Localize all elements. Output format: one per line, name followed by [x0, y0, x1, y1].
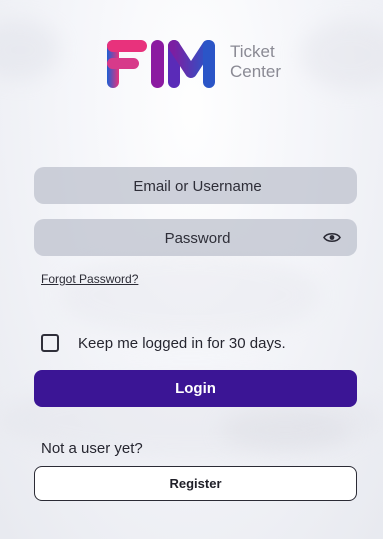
eye-icon[interactable] — [323, 231, 341, 244]
register-button[interactable]: Register — [34, 466, 357, 501]
keep-logged-in-checkbox[interactable] — [41, 334, 59, 352]
login-button[interactable]: Login — [34, 370, 357, 407]
background-stage — [60, 250, 320, 340]
background-light — [300, 20, 383, 90]
password-field[interactable] — [34, 219, 361, 258]
email-field[interactable] — [34, 167, 361, 206]
forgot-password-link[interactable]: Forgot Password? — [41, 272, 138, 286]
logo-text-line1: Ticket — [230, 42, 275, 61]
logo-text: Ticket Center — [230, 42, 281, 82]
background-seats — [220, 410, 350, 450]
background-light — [0, 20, 60, 80]
not-a-user-text: Not a user yet? — [41, 440, 143, 457]
login-screen: Ticket Center Forgot Password? Keep me l… — [0, 0, 383, 539]
logo-text-line2: Center — [230, 62, 282, 81]
password-input[interactable] — [34, 219, 361, 258]
email-input[interactable] — [34, 167, 361, 206]
keep-logged-in-label: Keep me logged in for 30 days. — [78, 335, 286, 352]
